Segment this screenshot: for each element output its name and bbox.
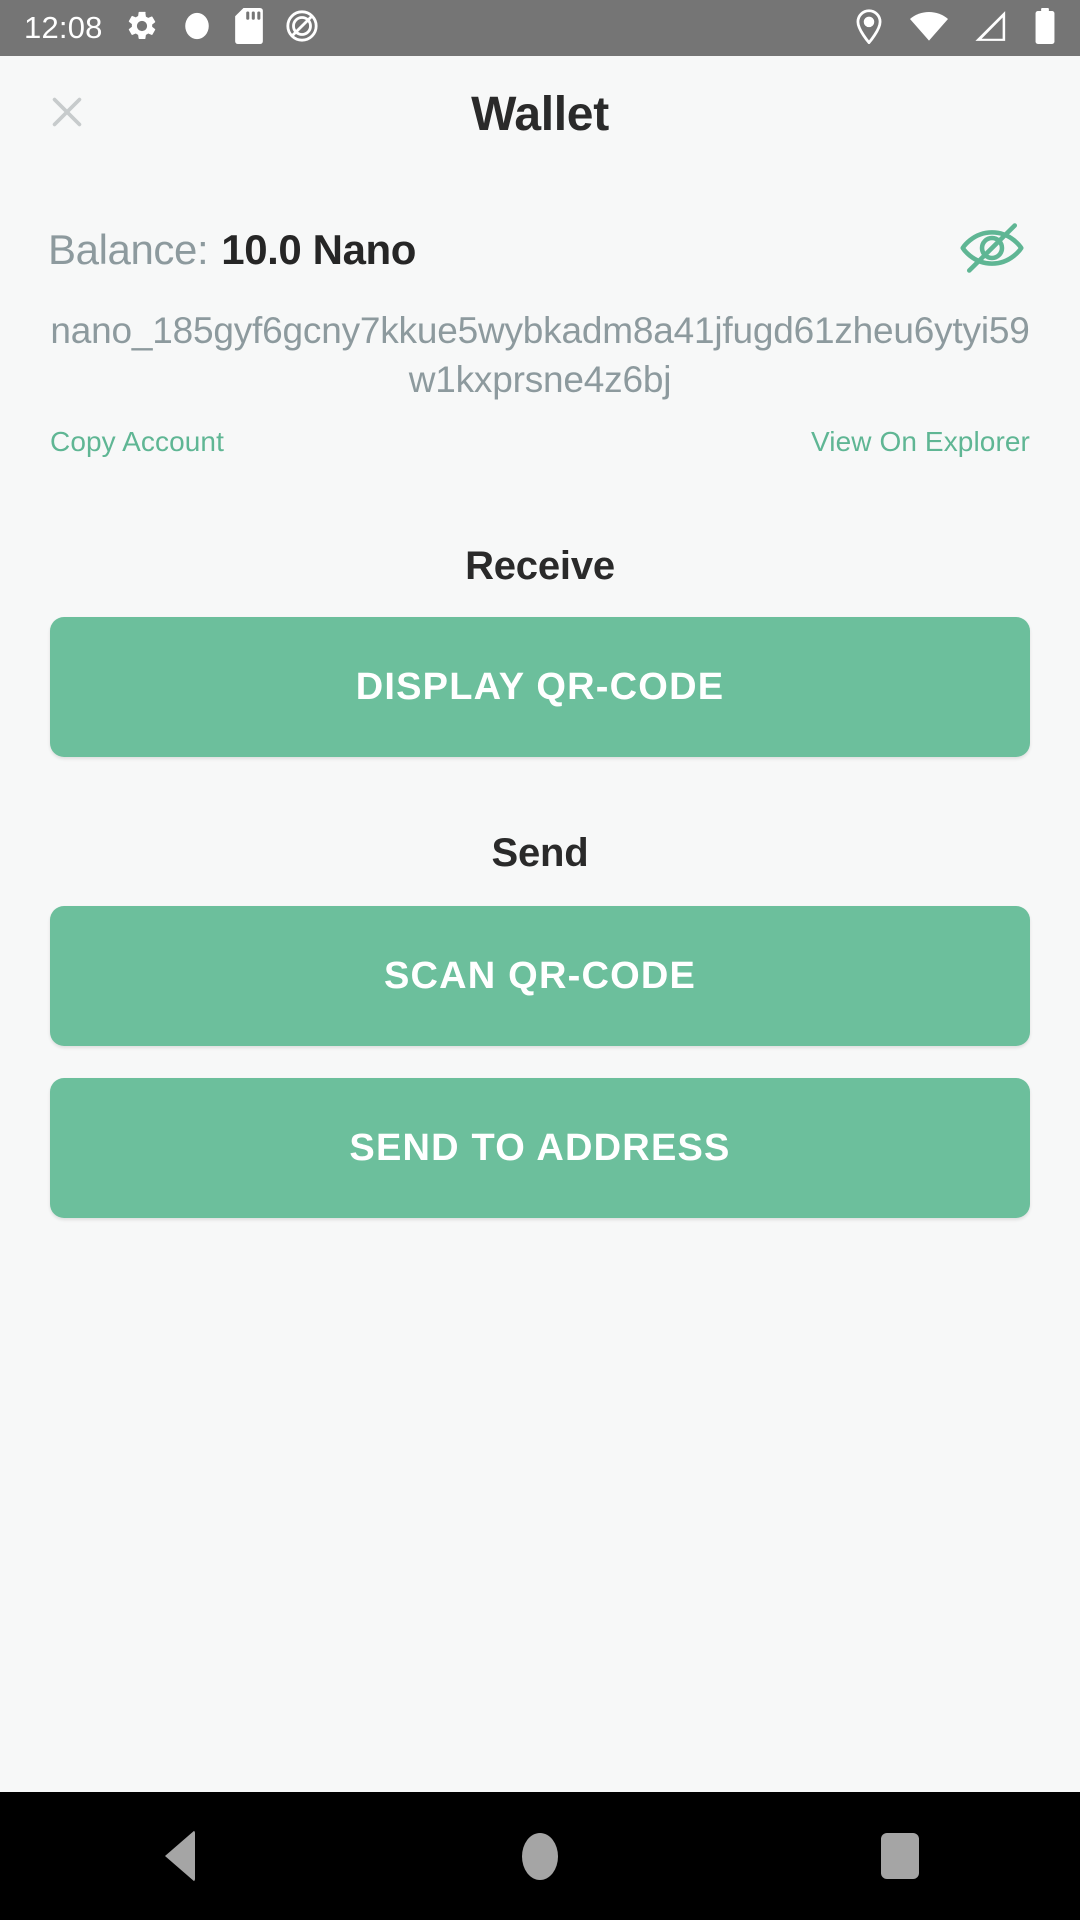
location-pin-icon [854,8,884,49]
account-actions-row: Copy Account View On Explorer [0,426,1080,458]
send-to-address-button[interactable]: SEND TO ADDRESS [50,1078,1030,1218]
account-address: nano_185gyf6gcny7kkue5wybkadm8a41jfugd61… [50,310,1030,400]
sd-card-icon [234,7,263,49]
eye-off-icon [959,222,1025,279]
back-triangle-icon [165,1830,195,1882]
do-not-disturb-icon [285,9,319,48]
copy-account-link[interactable]: Copy Account [50,426,224,458]
display-qr-code-button[interactable]: DISPLAY QR-CODE [50,617,1030,757]
status-bar-left-group: 12:08 [24,7,319,49]
status-bar-right-group [854,7,1056,49]
app-bar: Wallet [0,56,1080,172]
back-button[interactable] [105,1792,255,1920]
page-title: Wallet [471,87,609,141]
send-section-title: Send [491,831,589,875]
receive-section-title: Receive [465,544,615,588]
wallet-content: Wallet Balance: 10.0 Nano nano_185gyf6gc… [0,56,1080,1792]
toggle-balance-visibility-button[interactable] [952,218,1032,282]
close-button[interactable] [36,83,98,145]
cellular-signal-icon [974,10,1008,46]
balance-label: Balance: [48,226,209,273]
close-icon [44,89,90,140]
balance-value: 10.0 Nano [221,226,417,273]
android-navigation-bar [0,1792,1080,1920]
recents-button[interactable] [825,1792,975,1920]
status-bar-clock: 12:08 [24,10,103,45]
home-button[interactable] [465,1792,615,1920]
circle-icon [181,9,213,48]
view-on-explorer-link[interactable]: View On Explorer [811,426,1030,458]
status-bar: 12:08 [0,0,1080,56]
recents-square-icon [881,1833,919,1879]
app-screen: 12:08 Wallet Balance: 10.0 Nano nano_185… [0,0,1080,1920]
wifi-icon [910,11,948,46]
battery-icon [1034,7,1056,49]
scan-qr-code-button[interactable]: SCAN QR-CODE [50,906,1030,1046]
settings-gear-icon [125,9,159,48]
home-circle-icon [522,1832,558,1880]
balance-row: Balance: 10.0 Nano [0,220,1080,280]
